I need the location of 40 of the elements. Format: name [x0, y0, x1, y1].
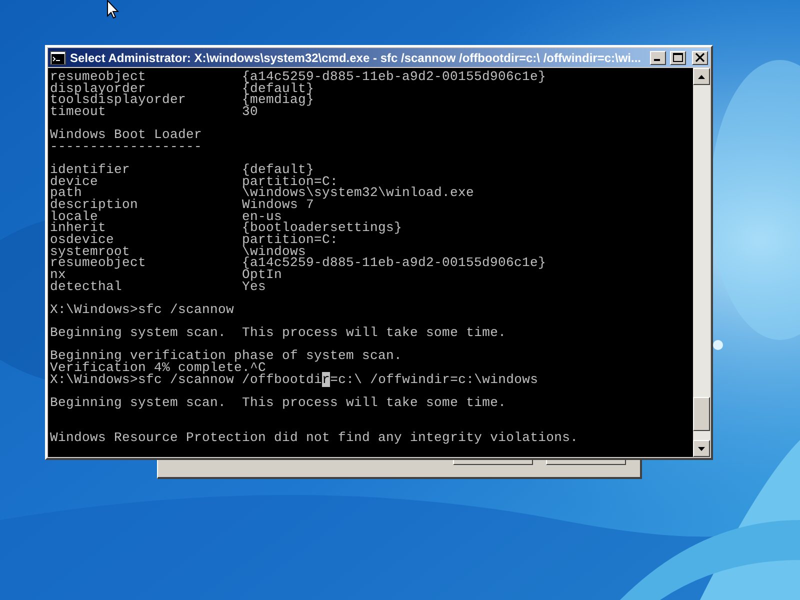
property-value: {a14c5259-d885-11eb-a9d2-00155d906c1e} [242, 257, 546, 269]
console-line: Verification 4% complete.^C [50, 362, 266, 374]
property-name: displayorder [50, 82, 146, 94]
property-value: \windows [242, 246, 306, 258]
property-value: {memdiag} [242, 94, 314, 106]
property-value: {default} [242, 164, 314, 176]
console-line: X:\Windows>sfc /scannow [50, 304, 234, 316]
property-name: identifier [50, 164, 132, 176]
console-line: Windows Resource Protection did not find any integrity violations. [50, 432, 578, 444]
property-value: Windows 7 [242, 199, 314, 211]
property-name: osdevice [50, 234, 114, 246]
console-line: Windows Boot Loader [50, 129, 202, 141]
console-line: Beginning system scan. This process will take some time. [50, 327, 506, 339]
property-name: toolsdisplayorder [50, 94, 188, 106]
property-name: resumeobject [50, 71, 148, 83]
console-line: X:\Windows>sfc /scannow /offbootdir=c:\ /offwindir=c:\windows [50, 374, 538, 386]
property-name: path [50, 187, 82, 200]
property-value: partition=C: [242, 234, 338, 246]
property-value: 30 [242, 106, 258, 118]
property-value: en-us [242, 210, 282, 222]
property-name: locale [50, 210, 98, 222]
console-line: Beginning system scan. This process will take some time. [50, 396, 506, 409]
property-value: \windows\system32\winload.exe [242, 187, 474, 200]
console-line: Beginning verification phase of system scan. [50, 350, 402, 362]
console-line: ------------------- [50, 140, 202, 152]
property-value: Yes [242, 280, 266, 292]
property-name: resumeobject [50, 257, 148, 269]
window-title: Select Administrator: X:\windows\system32\cmd.exe - sfc /scannow /offbootdir=c:\ /offwindir=c:\wi... [70, 50, 642, 64]
property-name: description [50, 199, 140, 211]
property-value: partition=C: [242, 176, 338, 188]
property-value: {a14c5259-d885-11eb-a9d2-00155d906c1e} [242, 71, 546, 83]
property-value: {bootloadersettings} [242, 222, 402, 234]
property-name: systemroot [50, 246, 130, 258]
property-name: device [50, 176, 100, 188]
property-name: nx [50, 268, 66, 281]
property-value: OptIn [242, 268, 282, 281]
property-value: {default} [242, 82, 314, 94]
property-name: timeout [50, 106, 106, 118]
property-name: detecthal [50, 280, 124, 292]
property-name: inherit [50, 222, 106, 234]
